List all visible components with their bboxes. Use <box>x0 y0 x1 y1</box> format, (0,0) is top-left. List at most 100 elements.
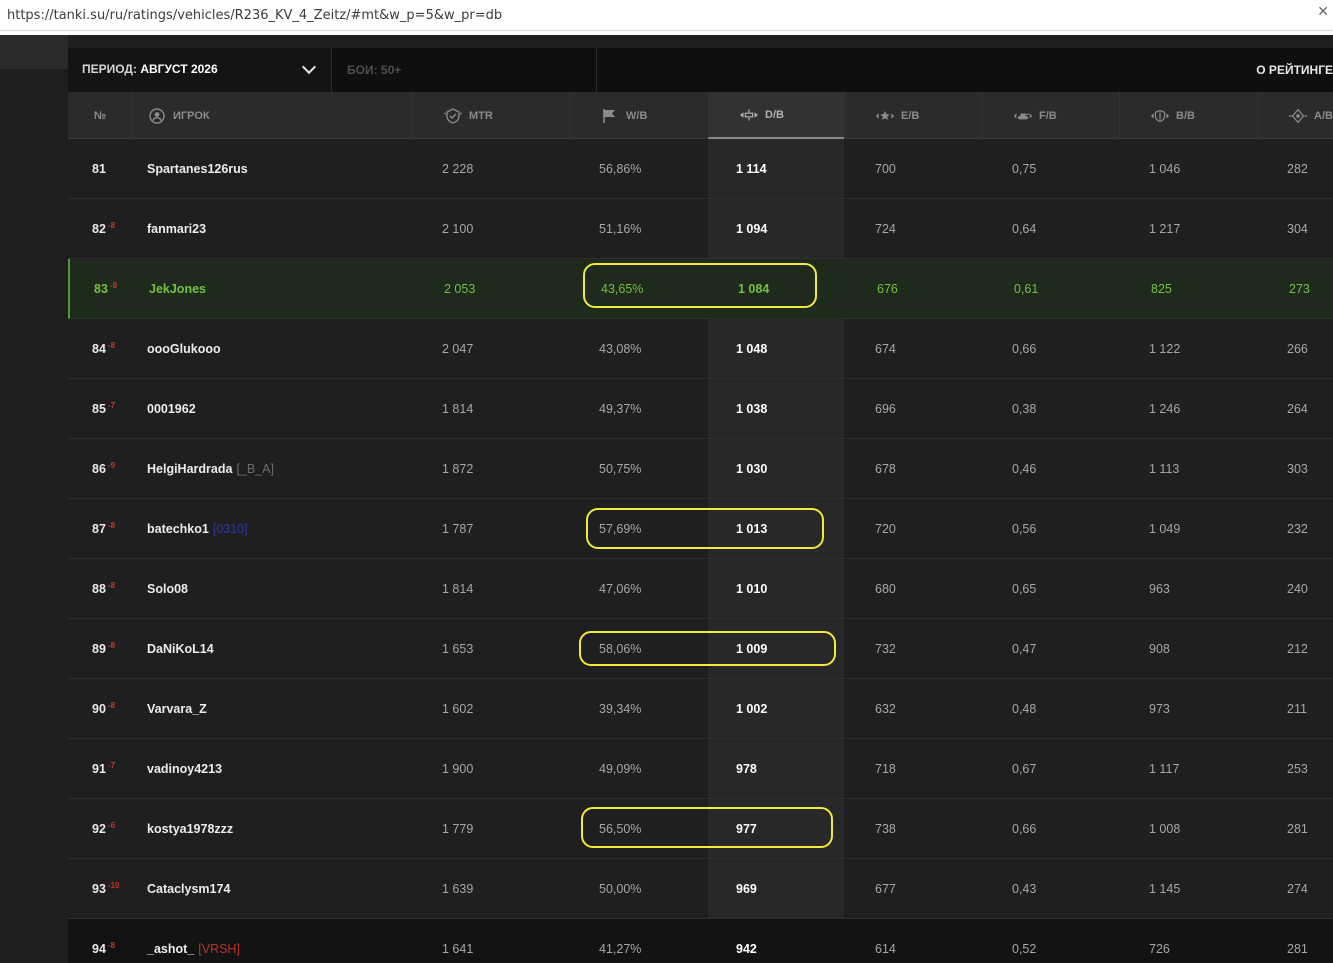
player-cell: Cataclysm174 <box>147 859 234 919</box>
rank-delta: -7 <box>107 400 116 410</box>
rank-cell: 91 -7 <box>92 739 115 799</box>
col-rank[interactable]: № <box>68 92 132 139</box>
chevron-down-icon <box>301 59 317 75</box>
url-text[interactable]: https://tanki.su/ru/ratings/vehicles/R23… <box>7 8 502 23</box>
period-label: ПЕРИОД: АВГУСТ 2026 <box>82 62 218 76</box>
bb-cell: 1 046 <box>1149 162 1181 176</box>
player-name-link[interactable]: DaNiKoL14 <box>147 642 214 656</box>
db-cell: 1 048 <box>736 342 768 356</box>
table-row[interactable]: 91 -7 vadinoy4213 1 900 49,09% 978 718 0,67 1 11… <box>68 739 1333 799</box>
player-cell: HelgiHardrada [_B_A] <box>147 439 274 499</box>
battles-label: БОИ: 50+ <box>347 63 402 77</box>
fb-cell: 0,64 <box>1012 222 1037 236</box>
bb-cell: 1 246 <box>1149 402 1181 416</box>
db-cell: 1 013 <box>736 522 768 536</box>
clan-tag[interactable]: [_B_A] <box>236 462 274 476</box>
rank-cell: 85 -7 <box>92 379 115 439</box>
about-rating-link[interactable]: О РЕЙТИНГЕ <box>1256 63 1333 77</box>
bb-cell: 1 113 <box>1149 462 1180 476</box>
player-name-link[interactable]: fanmari23 <box>147 222 206 236</box>
eb-cell: 724 <box>875 222 896 236</box>
table-row[interactable]: 89 -8 DaNiKoL14 1 653 58,06% 1 009 732 0,47 908 2… <box>68 619 1333 679</box>
rank-cell: 86 -9 <box>92 439 115 499</box>
rank-number: 90 <box>92 702 106 716</box>
col-bb[interactable]: B/B <box>1119 92 1257 139</box>
player-name-link[interactable]: Solo08 <box>147 582 188 596</box>
table-row[interactable]: 84 -8 oooGlukooo 2 047 43,08% 1 048 674 0,66 1 1… <box>68 319 1333 379</box>
table-row[interactable]: 88 -8 Solo08 1 814 47,06% 1 010 680 0,65 963 240 <box>68 559 1333 619</box>
bb-cell: 963 <box>1149 582 1170 596</box>
rank-cell: 93 -10 <box>92 859 119 919</box>
col-fb[interactable]: F/B <box>982 92 1119 139</box>
player-name-link[interactable]: Spartanes126rus <box>147 162 248 176</box>
bb-cell: 726 <box>1149 942 1170 956</box>
ab-cell: 240 <box>1287 582 1308 596</box>
player-cell: Varvara_Z <box>147 679 211 739</box>
rank-number: 83 <box>94 282 108 296</box>
close-icon[interactable]: ✕ <box>1317 3 1329 20</box>
bb-cell: 1 217 <box>1149 222 1181 236</box>
col-wb[interactable]: W/B <box>569 92 707 139</box>
clan-tag[interactable]: [0310] <box>213 522 248 536</box>
player-name-link[interactable]: oooGlukooo <box>147 342 221 356</box>
bb-cell: 1 122 <box>1149 342 1181 356</box>
table-row[interactable]: 94 -8 _ashot_ [VRSH] 1 641 41,27% 942 614 0,52 72… <box>68 919 1333 963</box>
table-row[interactable]: 87 -8 batechko1 [0310] 1 787 57,69% 1 013 720 0,… <box>68 499 1333 559</box>
eb-cell: 738 <box>875 822 896 836</box>
col-eb-label: E/B <box>901 109 920 122</box>
rank-cell: 83 -8 <box>94 259 117 319</box>
fb-cell: 0,43 <box>1012 882 1037 896</box>
player-cell: oooGlukooo <box>147 319 225 379</box>
rank-number: 89 <box>92 642 106 656</box>
ab-cell: 281 <box>1287 942 1308 956</box>
eb-cell: 678 <box>875 462 896 476</box>
rank-delta: -8 <box>107 580 116 590</box>
rank-number: 94 <box>92 942 106 956</box>
eb-cell: 720 <box>875 522 896 536</box>
player-name-link[interactable]: kostya1978zzz <box>147 822 233 836</box>
eb-cell: 696 <box>875 402 896 416</box>
table-row[interactable]: 86 -9 HelgiHardrada [_B_A] 1 872 50,75% 1 030 6… <box>68 439 1333 499</box>
table-row[interactable]: 90 -8 Varvara_Z 1 602 39,34% 1 002 632 0,48 973 2… <box>68 679 1333 739</box>
wb-cell: 43,08% <box>599 342 642 356</box>
table-row[interactable]: 83 -8 JekJones 2 053 43,65% 1 084 676 0,61 825 27… <box>68 259 1333 319</box>
period-dropdown[interactable]: ПЕРИОД: АВГУСТ 2026 <box>68 48 332 92</box>
eb-cell: 632 <box>875 702 896 716</box>
player-name-link[interactable]: vadinoy4213 <box>147 762 222 776</box>
col-player[interactable]: ИГРОК <box>132 92 412 139</box>
fb-cell: 0,66 <box>1012 822 1037 836</box>
player-cell: fanmari23 <box>147 199 210 259</box>
mtr-cell: 2 053 <box>444 282 476 296</box>
eb-cell: 677 <box>875 882 896 896</box>
player-name-link[interactable]: Varvara_Z <box>147 702 207 716</box>
player-name-link[interactable]: JekJones <box>149 282 206 296</box>
rank-cell: 84 -8 <box>92 319 115 379</box>
battles-filter[interactable]: БОИ: 50+ <box>333 48 597 92</box>
table-row[interactable]: 93 -10 Cataclysm174 1 639 50,00% 969 677 0,43 1 … <box>68 859 1333 919</box>
rank-number: 85 <box>92 402 106 416</box>
table-row[interactable]: 92 -6 kostya1978zzz 1 779 56,50% 977 738 0,66 1 … <box>68 799 1333 859</box>
col-eb[interactable]: E/B <box>844 92 982 139</box>
fb-cell: 0,38 <box>1012 402 1037 416</box>
ab-cell: 211 <box>1287 702 1307 716</box>
col-mtr[interactable]: MTR <box>412 92 569 139</box>
col-db[interactable]: D/B <box>708 92 844 139</box>
player-name-link[interactable]: _ashot_ <box>147 942 194 956</box>
db-cell: 1 038 <box>736 402 768 416</box>
clan-tag[interactable]: [VRSH] <box>198 942 240 956</box>
player-name-link[interactable]: HelgiHardrada <box>147 462 232 476</box>
mtr-cell: 2 047 <box>442 342 474 356</box>
table-row[interactable]: 81 Spartanes126rus 2 228 56,86% 1 114 700 0,75… <box>68 139 1333 199</box>
table-row[interactable]: 82 -8 fanmari23 2 100 51,16% 1 094 724 0,64 1 21… <box>68 199 1333 259</box>
player-name-link[interactable]: Cataclysm174 <box>147 882 230 896</box>
table-row[interactable]: 85 -7 0001962 1 814 49,37% 1 038 696 0,38 1 246 2… <box>68 379 1333 439</box>
player-name-link[interactable]: batechko1 <box>147 522 209 536</box>
rank-number: 88 <box>92 582 106 596</box>
wb-cell: 50,00% <box>599 882 642 896</box>
wb-cell: 50,75% <box>599 462 642 476</box>
browser-address-bar[interactable]: https://tanki.su/ru/ratings/vehicles/R23… <box>0 0 1333 31</box>
eb-cell: 674 <box>875 342 896 356</box>
fb-cell: 0,46 <box>1012 462 1037 476</box>
player-name-link[interactable]: 0001962 <box>147 402 196 416</box>
col-ab[interactable]: A/B <box>1257 92 1333 139</box>
